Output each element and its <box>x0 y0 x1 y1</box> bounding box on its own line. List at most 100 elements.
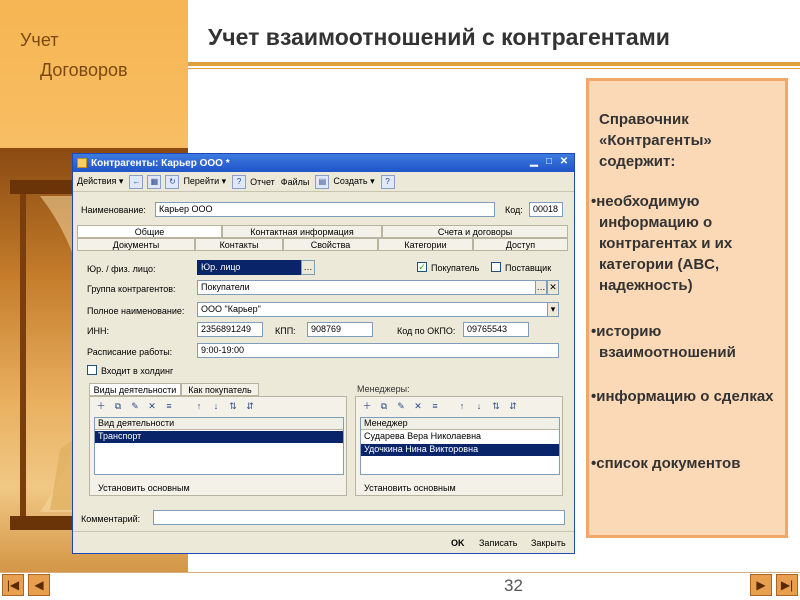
legal-type-input[interactable]: Юр. лицо <box>197 260 301 275</box>
activity-panel: ＋ ⧉ ✎ ✕ ≡ ↑ ↓ ⇅ ⇵ Вид деятельности Транс… <box>89 396 347 496</box>
okpo-input[interactable]: 09765543 <box>463 322 529 337</box>
inn-label: ИНН: <box>87 326 109 336</box>
info-box: Справочник «Контрагенты» содержит: •необ… <box>586 78 788 538</box>
move-down-icon[interactable]: ↓ <box>210 401 222 413</box>
copy-icon[interactable]: ⧉ <box>378 401 390 413</box>
grid-header[interactable]: Вид деятельности <box>95 418 343 430</box>
tab-documents[interactable]: Документы <box>77 238 195 251</box>
list-icon[interactable]: ≡ <box>429 401 441 413</box>
tab-activity-types[interactable]: Виды деятельности <box>89 383 181 396</box>
grid-header[interactable]: Менеджер <box>361 418 559 430</box>
arrow-left-icon[interactable]: ← <box>129 174 144 189</box>
footer-divider <box>73 531 574 532</box>
tab-access[interactable]: Доступ <box>473 238 568 251</box>
sort-desc-icon[interactable]: ⇵ <box>507 401 519 413</box>
kpp-label: КПП: <box>275 326 296 336</box>
actions-menu[interactable]: Действия ▾ <box>77 176 123 187</box>
report-button[interactable]: Отчет <box>250 177 275 187</box>
holding-checkbox[interactable] <box>87 365 97 375</box>
table-row[interactable]: Транспорт <box>95 431 343 443</box>
group-input[interactable]: Покупатели <box>197 280 537 295</box>
schedule-input[interactable]: 9:00-19:00 <box>197 343 559 358</box>
tab-as-buyer[interactable]: Как покупатель <box>181 383 259 396</box>
tab-general[interactable]: Общие <box>77 225 222 238</box>
tab-categories[interactable]: Категории <box>378 238 473 251</box>
move-up-icon[interactable]: ↑ <box>456 401 468 413</box>
okpo-label: Код по ОКПО: <box>397 326 456 336</box>
slide-title: Учет взаимоотношений с контрагентами <box>208 24 670 50</box>
tab-properties[interactable]: Свойства <box>283 238 378 251</box>
dropdown-icon[interactable]: ▾ <box>547 302 559 317</box>
document-icon[interactable]: ▤ <box>315 174 330 189</box>
add-icon[interactable]: ＋ <box>95 401 107 413</box>
minimize-icon[interactable]: ▁ <box>528 156 540 169</box>
tree-icon[interactable]: ▦ <box>147 174 162 189</box>
clear-icon[interactable]: ✕ <box>547 280 559 295</box>
info-item: •необходимую информацию о контрагентах и… <box>591 193 733 294</box>
close-button[interactable]: Закрыть <box>531 538 566 548</box>
refresh-icon[interactable]: ↻ <box>165 174 180 189</box>
schedule-label: Расписание работы: <box>87 347 173 357</box>
info-item: •информацию о сделках <box>591 388 774 405</box>
copy-icon[interactable]: ⧉ <box>112 401 124 413</box>
prev-slide-icon[interactable]: ◀ <box>28 574 50 596</box>
table-row[interactable]: Сударева Вера Николаевна <box>361 431 559 443</box>
tab-contact-info[interactable]: Контактная информация <box>222 225 382 238</box>
help-icon[interactable]: ? <box>232 174 247 189</box>
inn-input[interactable]: 2356891249 <box>197 322 263 337</box>
kpp-input[interactable]: 908769 <box>307 322 373 337</box>
edit-icon[interactable]: ✎ <box>129 401 141 413</box>
comment-input[interactable] <box>153 510 565 525</box>
tab-accounts-contracts[interactable]: Счета и договоры <box>382 225 568 238</box>
managers-grid: Менеджер Сударева Вера Николаевна Удочки… <box>360 417 560 475</box>
info-item: •список документов <box>591 455 741 472</box>
close-icon[interactable]: ✕ <box>558 156 570 169</box>
next-slide-icon[interactable]: ▶ <box>750 574 772 596</box>
select-button[interactable]: … <box>535 280 547 295</box>
set-main-button[interactable]: Установить основным <box>98 483 190 493</box>
code-input[interactable]: 00018 <box>529 202 563 217</box>
add-icon[interactable]: ＋ <box>361 401 373 413</box>
sort-asc-icon[interactable]: ⇅ <box>490 401 502 413</box>
window-titlebar: Контрагенты: Карьер ООО * ▁ □ ✕ <box>73 154 574 172</box>
table-row[interactable]: Удочкина Нина Викторовна <box>361 444 559 456</box>
edit-icon[interactable]: ✎ <box>395 401 407 413</box>
full-name-label: Полное наименование: <box>87 306 185 316</box>
list-icon[interactable]: ≡ <box>163 401 175 413</box>
full-name-input[interactable]: ООО "Карьер" <box>197 302 549 317</box>
delete-icon[interactable]: ✕ <box>412 401 424 413</box>
toolbar: Действия ▾ ← ▦ ↻ Перейти ▾ ? Отчет Файлы… <box>73 172 574 192</box>
supplier-label: Поставщик <box>505 263 552 273</box>
select-button[interactable]: … <box>301 260 315 275</box>
buyer-checkbox[interactable]: ✓ <box>417 262 427 272</box>
ok-button[interactable]: OK <box>451 538 465 548</box>
page-number: 32 <box>504 576 523 595</box>
title-divider-thin <box>188 68 800 69</box>
managers-label: Менеджеры: <box>357 384 410 394</box>
last-slide-icon[interactable]: ▶| <box>776 574 798 596</box>
name-input[interactable]: Карьер ООО <box>155 202 495 217</box>
write-button[interactable]: Записать <box>479 538 517 548</box>
goto-menu[interactable]: Перейти ▾ <box>183 176 226 187</box>
first-slide-icon[interactable]: |◀ <box>2 574 24 596</box>
maximize-icon[interactable]: □ <box>543 156 555 169</box>
sort-asc-icon[interactable]: ⇅ <box>227 401 239 413</box>
counterparty-window: Контрагенты: Карьер ООО * ▁ □ ✕ Действия… <box>72 153 575 554</box>
move-up-icon[interactable]: ↑ <box>193 401 205 413</box>
delete-icon[interactable]: ✕ <box>146 401 158 413</box>
sort-desc-icon[interactable]: ⇵ <box>244 401 256 413</box>
move-down-icon[interactable]: ↓ <box>473 401 485 413</box>
window-icon <box>77 158 87 168</box>
title-divider <box>188 62 800 66</box>
help-icon[interactable]: ? <box>380 174 395 189</box>
create-menu[interactable]: Создать ▾ <box>333 176 374 187</box>
info-intro: Справочник «Контрагенты» содержит: <box>599 111 712 170</box>
activity-grid: Вид деятельности Транспорт <box>94 417 344 475</box>
tab-contacts[interactable]: Контакты <box>195 238 283 251</box>
comment-label: Комментарий: <box>81 514 141 524</box>
files-button[interactable]: Файлы <box>281 177 310 187</box>
set-main-button[interactable]: Установить основным <box>364 483 456 493</box>
holding-label: Входит в холдинг <box>101 366 174 376</box>
buyer-label: Покупатель <box>431 263 480 273</box>
supplier-checkbox[interactable] <box>491 262 501 272</box>
